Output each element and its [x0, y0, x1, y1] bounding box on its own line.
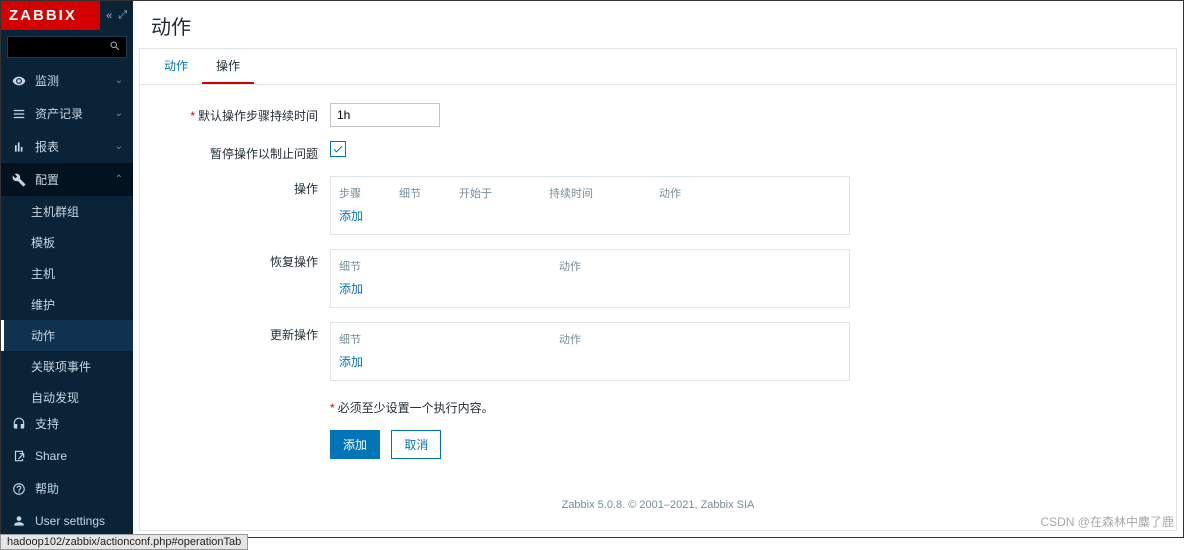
expand-icon[interactable]: ⤢ [118, 9, 127, 22]
sidebar-item-monitoring[interactable]: 监测⌄ [1, 64, 133, 97]
th-start: 开始于 [459, 185, 549, 201]
recovery-label: 恢复操作 [170, 249, 330, 270]
chevron-down-icon: ⌄ [115, 75, 123, 86]
th-detail: 细节 [399, 185, 459, 201]
sidebar-item-help[interactable]: 帮助 [1, 472, 133, 505]
sidebar-item-config[interactable]: 配置⌃ [1, 163, 133, 196]
sidebar-item-usersettings[interactable]: User settings [1, 505, 133, 537]
operations-add-link[interactable]: 添加 [339, 209, 363, 223]
list-icon [11, 106, 27, 122]
headset-icon [11, 416, 27, 432]
page-title: 动作 [151, 11, 1165, 40]
operations-table: 步骤 细节 开始于 持续时间 动作 添加 [330, 176, 850, 235]
pause-label: 暂停操作以制止问题 [170, 141, 330, 162]
sidebar-item-hosts[interactable]: 主机 [1, 258, 133, 289]
sidebar-item-actions[interactable]: 动作 [1, 320, 133, 351]
cancel-button[interactable]: 取消 [391, 430, 441, 459]
question-icon [11, 481, 27, 497]
footer-copyright: Zabbix 5.0.8. © 2001–2021, Zabbix SIA [140, 491, 1176, 519]
update-add-link[interactable]: 添加 [339, 355, 363, 369]
csdn-watermark: CSDN @在森林中麋了鹿 [1040, 513, 1174, 530]
main-nav: 监测⌄ 资产记录⌄ 报表⌄ 配置⌃ 主机群组 模板 主机 维护 动作 关联项事件… [1, 64, 133, 407]
submit-button[interactable]: 添加 [330, 430, 380, 459]
chart-icon [11, 139, 27, 155]
sidebar: ZABBIX « ⤢ 监测⌄ 资产记录⌄ 报表⌄ [1, 1, 133, 537]
user-icon [11, 513, 27, 529]
sidebar-item-maintenance[interactable]: 维护 [1, 289, 133, 320]
sidebar-item-discovery[interactable]: 自动发现 [1, 382, 133, 407]
sidebar-item-inventory[interactable]: 资产记录⌄ [1, 97, 133, 130]
recovery-table: 细节 动作 添加 [330, 249, 850, 308]
default-duration-label: *默认操作步骤持续时间 [170, 103, 330, 124]
sidebar-item-reports[interactable]: 报表⌄ [1, 130, 133, 163]
th-detail: 细节 [339, 331, 559, 347]
tabs: 动作 操作 [140, 49, 1176, 85]
wrench-icon [11, 172, 27, 188]
collapse-icon[interactable]: « [106, 10, 112, 22]
eye-icon [11, 73, 27, 89]
th-detail: 细节 [339, 258, 559, 274]
browser-status-bar: hadoop102/zabbix/actionconf.php#operatio… [0, 534, 248, 550]
th-step: 步骤 [339, 185, 399, 201]
chevron-down-icon: ⌄ [115, 141, 123, 152]
sidebar-item-correlation[interactable]: 关联项事件 [1, 351, 133, 382]
update-label: 更新操作 [170, 322, 330, 343]
sidebar-item-templates[interactable]: 模板 [1, 227, 133, 258]
update-table: 细节 动作 添加 [330, 322, 850, 381]
chevron-down-icon: ⌄ [115, 108, 123, 119]
tab-action[interactable]: 动作 [150, 49, 202, 84]
th-action: 动作 [659, 185, 739, 201]
tab-operation[interactable]: 操作 [202, 49, 254, 84]
share-icon [11, 448, 27, 464]
main-content: 动作 动作 操作 *默认操作步骤持续时间 暂停操作以制止问题 操 [133, 1, 1183, 537]
chevron-up-icon: ⌃ [115, 174, 123, 185]
default-duration-input[interactable] [330, 103, 440, 127]
validation-message: 必须至少设置一个执行内容。 [338, 401, 494, 415]
logo-row: ZABBIX « ⤢ [1, 1, 133, 30]
th-action: 动作 [559, 258, 639, 274]
th-action: 动作 [559, 331, 639, 347]
recovery-add-link[interactable]: 添加 [339, 282, 363, 296]
sidebar-item-support[interactable]: 支持 [1, 407, 133, 440]
zabbix-logo[interactable]: ZABBIX [1, 1, 100, 30]
search-icon[interactable] [109, 40, 121, 52]
operations-label: 操作 [170, 176, 330, 197]
pause-checkbox[interactable] [330, 141, 346, 157]
sidebar-item-hostgroups[interactable]: 主机群组 [1, 196, 133, 227]
sidebar-item-share[interactable]: Share [1, 440, 133, 472]
th-duration: 持续时间 [549, 185, 659, 201]
